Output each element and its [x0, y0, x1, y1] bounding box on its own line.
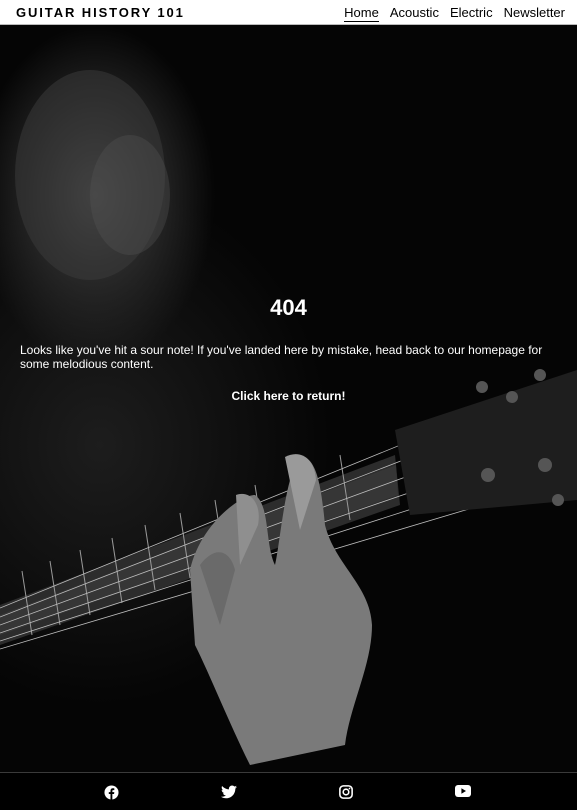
facebook-icon[interactable]	[104, 785, 120, 801]
nav-home[interactable]: Home	[344, 5, 379, 22]
site-title: GUITAR HISTORY 101	[16, 5, 185, 20]
youtube-icon[interactable]	[455, 785, 471, 801]
error-content: 404 Looks like you've hit a sour note! I…	[0, 295, 577, 403]
instagram-icon[interactable]	[339, 785, 355, 801]
error-message: Looks like you've hit a sour note! If yo…	[20, 343, 543, 371]
error-code: 404	[270, 295, 307, 320]
site-footer	[0, 772, 577, 810]
nav-electric[interactable]: Electric	[450, 5, 493, 22]
nav-newsletter[interactable]: Newsletter	[504, 5, 565, 22]
site-header: GUITAR HISTORY 101 Home Acoustic Electri…	[0, 0, 577, 25]
return-home-link[interactable]: Click here to return!	[0, 389, 577, 403]
twitter-icon[interactable]	[221, 785, 237, 801]
main-nav: Home Acoustic Electric Newsletter	[344, 5, 565, 22]
hero-background: 404 Looks like you've hit a sour note! I…	[0, 25, 577, 772]
nav-acoustic[interactable]: Acoustic	[390, 5, 439, 22]
